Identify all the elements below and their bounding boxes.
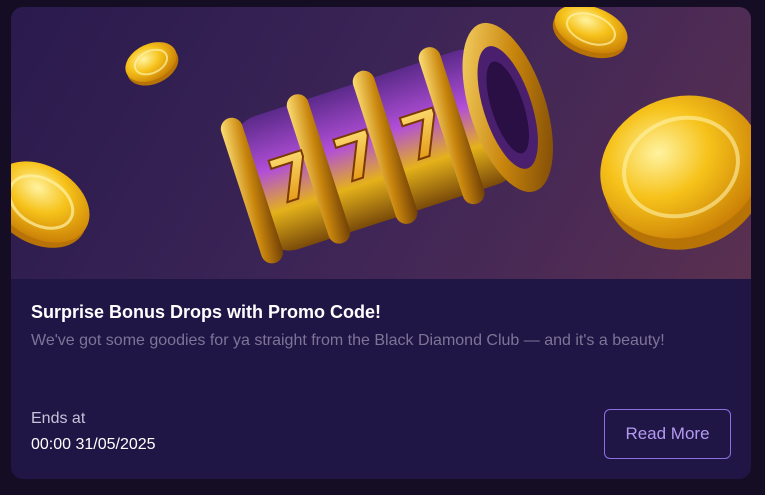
promo-banner-image: 7 7 7 [11, 7, 751, 279]
promo-card: 7 7 7 Surprise Bonus Drops with Promo Co… [11, 7, 751, 479]
banner-illustration: 7 7 7 [11, 7, 751, 264]
promo-description: We've got some goodies for ya straight f… [31, 332, 665, 349]
ends-at-value: 00:00 31/05/2025 [31, 436, 156, 453]
slot-machine-reel-icon: 7 7 7 [220, 22, 553, 264]
promo-content: Surprise Bonus Drops with Promo Code! We… [11, 279, 751, 479]
ends-at-label: Ends at [31, 410, 86, 427]
gold-coin-icon [11, 161, 90, 248]
gold-coin-icon [125, 42, 179, 86]
read-more-button[interactable]: Read More [604, 409, 731, 459]
gold-coin-icon [600, 95, 751, 250]
gold-coin-icon [552, 7, 628, 59]
promo-title: Surprise Bonus Drops with Promo Code! [31, 302, 382, 322]
